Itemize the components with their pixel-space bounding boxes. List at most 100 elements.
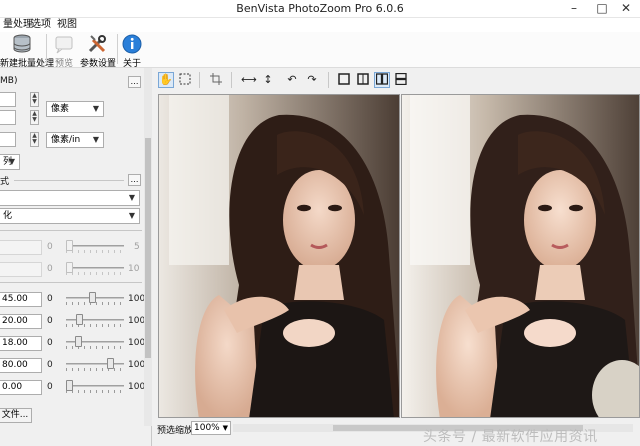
single-view-icon — [338, 73, 350, 85]
side-by-side-icon — [375, 73, 389, 85]
status-bar: 预选缩放: 100% ▼ 头条号 / 最新软件应用资讯 — [153, 420, 640, 446]
about-button[interactable]: 关于 — [120, 32, 144, 69]
size-header: MB) — [0, 76, 18, 86]
size-unit-value: 像素 — [51, 104, 70, 114]
disabled-slider[interactable] — [66, 262, 124, 275]
slider-max: 100 — [128, 294, 146, 304]
fit-width-button[interactable]: ⟷ — [240, 72, 257, 88]
crop-button[interactable] — [208, 72, 224, 88]
main-toolbar: 新建批量处理 预览 参数设置 关于 — [0, 32, 640, 69]
ratio-select[interactable]: 列 ▼ — [0, 154, 20, 170]
resolution-spinner[interactable]: ▲ ▼ — [30, 132, 39, 147]
side-by-side-button[interactable] — [374, 72, 390, 88]
method-select[interactable]: ▼ — [0, 190, 140, 206]
marquee-icon — [179, 73, 191, 85]
parameter-slider[interactable] — [66, 314, 124, 327]
scrollbar-thumb[interactable] — [145, 138, 151, 358]
rotate-right-button[interactable]: ↷ — [304, 72, 320, 88]
toolbar-separator — [117, 34, 118, 64]
disabled-field[interactable] — [0, 262, 42, 277]
settings-panel: MB) … ▲ ▼ 像素 ▼ ▲ ▼ ▲ ▼ 像素/in ▼ 列 ▼ 式 … ▼ 化 ▼ 0 … — [0, 68, 152, 446]
slider-max: 100 — [128, 360, 146, 370]
single-view-button[interactable] — [336, 72, 352, 88]
chevron-down-icon: ▼ — [128, 193, 135, 202]
tool-separator — [199, 72, 200, 88]
parameter-value-field[interactable]: 20.00 — [0, 314, 42, 329]
preview-icon — [55, 36, 73, 54]
slider-max: 10 — [128, 264, 140, 274]
stacked-view-button[interactable] — [393, 72, 409, 88]
hand-tool-button[interactable]: ✋ — [158, 72, 174, 88]
parameter-value-field[interactable]: 45.00 — [0, 292, 42, 307]
slider-thumb[interactable] — [107, 358, 114, 369]
disabled-slider[interactable] — [66, 240, 124, 253]
slider-max: 100 — [128, 338, 146, 348]
parameter-slider[interactable] — [66, 292, 124, 305]
file-button[interactable]: 文件... — [0, 408, 32, 423]
tool-separator — [328, 72, 329, 88]
preset-select[interactable]: 化 ▼ — [0, 208, 140, 224]
slider-thumb[interactable] — [76, 314, 83, 325]
stacked-view-icon — [395, 72, 407, 86]
watermark-text: 头条号 / 最新软件应用资讯 — [423, 429, 598, 445]
preview-image-pane[interactable] — [401, 94, 640, 418]
crop-icon — [210, 73, 222, 85]
slider-thumb[interactable] — [75, 336, 82, 347]
height-spinner[interactable]: ▲ ▼ — [30, 110, 39, 125]
slider-max: 5 — [134, 242, 140, 252]
slider-min: 0 — [47, 338, 53, 348]
method-options-button[interactable]: … — [128, 174, 141, 186]
window-title: BenVista PhotoZoom Pro 6.0.6 — [236, 2, 404, 15]
slider-thumb[interactable] — [66, 380, 73, 391]
width-spinner[interactable]: ▲ ▼ — [30, 92, 39, 107]
parameter-slider[interactable] — [66, 358, 124, 371]
slider-min: 0 — [47, 264, 53, 274]
zoom-value: 100% — [194, 423, 220, 433]
slider-thumb[interactable] — [89, 292, 96, 303]
title-bar: BenVista PhotoZoom Pro 6.0.6 – □ ✕ — [0, 0, 640, 18]
rotate-left-icon: ↶ — [287, 73, 297, 86]
chevron-down-icon: ▼ — [92, 135, 99, 144]
rotate-left-button[interactable]: ↶ — [284, 72, 300, 88]
chevron-down-icon: ▼ — [128, 211, 135, 220]
height-field[interactable] — [0, 110, 16, 125]
slider-thumb[interactable] — [66, 240, 73, 251]
parameter-value-field[interactable]: 18.00 — [0, 336, 42, 351]
disabled-field[interactable] — [0, 240, 42, 255]
slider-thumb[interactable] — [66, 262, 73, 273]
settings-scrollbar[interactable] — [144, 68, 152, 426]
resolution-unit-select[interactable]: 像素/in ▼ — [46, 132, 104, 148]
fit-height-button[interactable]: ↕ — [260, 72, 276, 88]
menu-bar: 量处理 选项 视图 — [0, 18, 640, 32]
split-view-icon — [357, 73, 369, 85]
rotate-right-icon: ↷ — [307, 73, 317, 86]
parameter-value-field[interactable]: 0.00 — [0, 380, 42, 395]
parameter-value-field[interactable]: 80.00 — [0, 358, 42, 373]
slider-min: 0 — [47, 360, 53, 370]
slider-min: 0 — [47, 382, 53, 392]
photo-enlarged — [402, 95, 639, 417]
chevron-down-icon: ▼ — [92, 104, 99, 113]
close-button[interactable]: ✕ — [612, 0, 640, 18]
size-options-button[interactable]: … — [128, 76, 141, 88]
menu-view[interactable]: 视图 — [54, 18, 80, 32]
settings-button[interactable]: 参数设置 — [80, 32, 116, 69]
menu-options[interactable]: 选项 — [28, 18, 54, 32]
original-image-pane[interactable] — [158, 94, 400, 418]
parameter-slider[interactable] — [66, 336, 124, 349]
slider-min: 0 — [47, 294, 53, 304]
section-divider — [14, 180, 124, 181]
zoom-select[interactable]: 100% ▼ — [191, 421, 231, 435]
minimize-button[interactable]: – — [560, 0, 588, 18]
width-field[interactable] — [0, 92, 16, 107]
parameter-slider[interactable] — [66, 380, 124, 393]
new-batch-button[interactable]: 新建批量处理 — [0, 32, 54, 69]
info-icon — [122, 34, 142, 54]
size-unit-select[interactable]: 像素 ▼ — [46, 101, 104, 117]
preview-button[interactable]: 预览 — [50, 32, 78, 69]
fit-height-icon: ↕ — [263, 73, 273, 86]
marquee-tool-button[interactable] — [177, 72, 193, 88]
slider-max: 100 — [128, 382, 146, 392]
split-view-button[interactable] — [355, 72, 371, 88]
resolution-field[interactable] — [0, 132, 16, 147]
